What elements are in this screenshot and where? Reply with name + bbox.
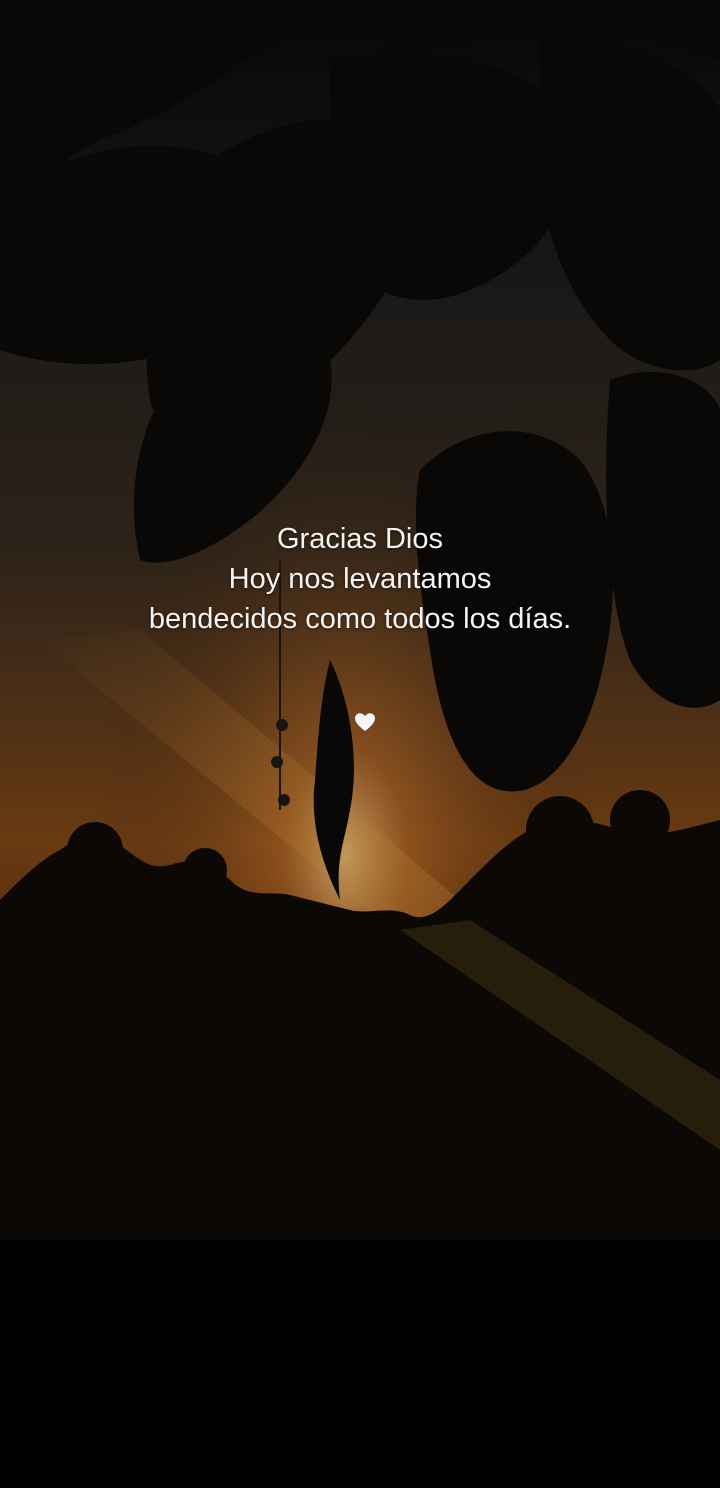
caption-line-3: bendecidos como todos los días. [148, 603, 572, 635]
story-screen: Gracias Dios Hoy nos levantamos bendecid… [0, 0, 720, 1488]
caption-line-1: Gracias Dios [277, 523, 443, 555]
caption-line-2: Hoy nos levantamos [228, 563, 492, 595]
white-heart-icon [355, 713, 375, 731]
caption-text: Gracias Dios Hoy nos levantamos bendecid… [0, 519, 720, 639]
bottom-blank-area [0, 1240, 720, 1488]
